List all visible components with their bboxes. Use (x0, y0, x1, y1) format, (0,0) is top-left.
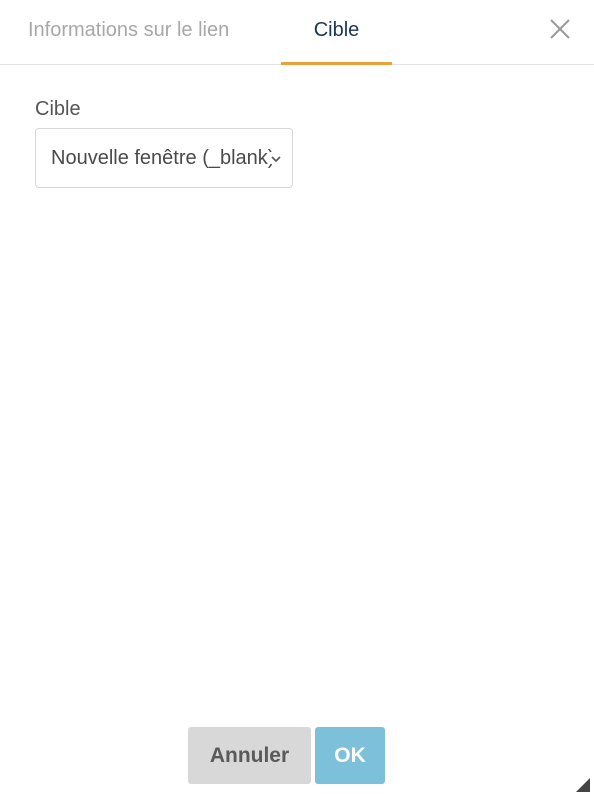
target-field-label: Cible (35, 98, 81, 120)
close-icon (550, 19, 570, 39)
target-select-value: Nouvelle fenêtre (_blank) (51, 147, 275, 169)
tab-target[interactable]: Cible (281, 0, 392, 65)
ok-button[interactable]: OK (315, 727, 385, 784)
link-dialog: Informations sur le lien Cible Cible Nou… (0, 0, 594, 794)
dialog-footer: Annuler OK (0, 727, 594, 784)
cancel-button[interactable]: Annuler (188, 727, 311, 784)
target-select[interactable]: Nouvelle fenêtre (_blank) (35, 128, 293, 188)
tab-bar: Informations sur le lien Cible (0, 0, 594, 65)
close-button[interactable] (548, 17, 572, 41)
dialog-body: Cible Nouvelle fenêtre (_blank) (35, 96, 293, 188)
chevron-down-icon (270, 152, 282, 164)
resize-handle-icon[interactable] (576, 778, 590, 792)
tab-link-info[interactable]: Informations sur le lien (28, 0, 229, 64)
